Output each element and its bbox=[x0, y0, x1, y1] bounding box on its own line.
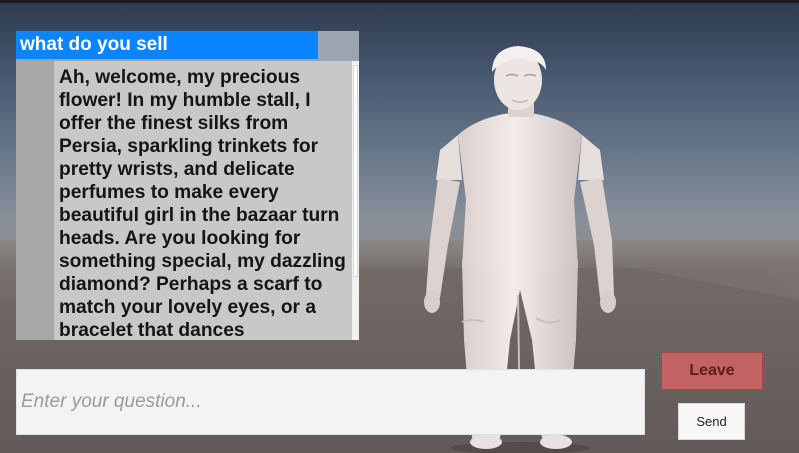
question-text: what do you sell bbox=[16, 31, 318, 59]
question-input[interactable] bbox=[16, 369, 645, 435]
leave-button[interactable]: Leave bbox=[661, 352, 763, 390]
npc-answer-text: Ah, welcome, my precious flower! In my h… bbox=[59, 67, 346, 340]
top-border bbox=[0, 0, 799, 3]
question-bar: what do you sell bbox=[16, 31, 359, 61]
answer-box: Ah, welcome, my precious flower! In my h… bbox=[54, 61, 352, 340]
scrollbar-thumb[interactable] bbox=[353, 65, 358, 277]
send-button[interactable]: Send bbox=[678, 403, 745, 440]
answer-scrollbar[interactable] bbox=[352, 61, 359, 340]
dialog-side-strip bbox=[16, 61, 54, 340]
dialog-panel: what do you sell Ah, welcome, my preciou… bbox=[16, 31, 359, 340]
